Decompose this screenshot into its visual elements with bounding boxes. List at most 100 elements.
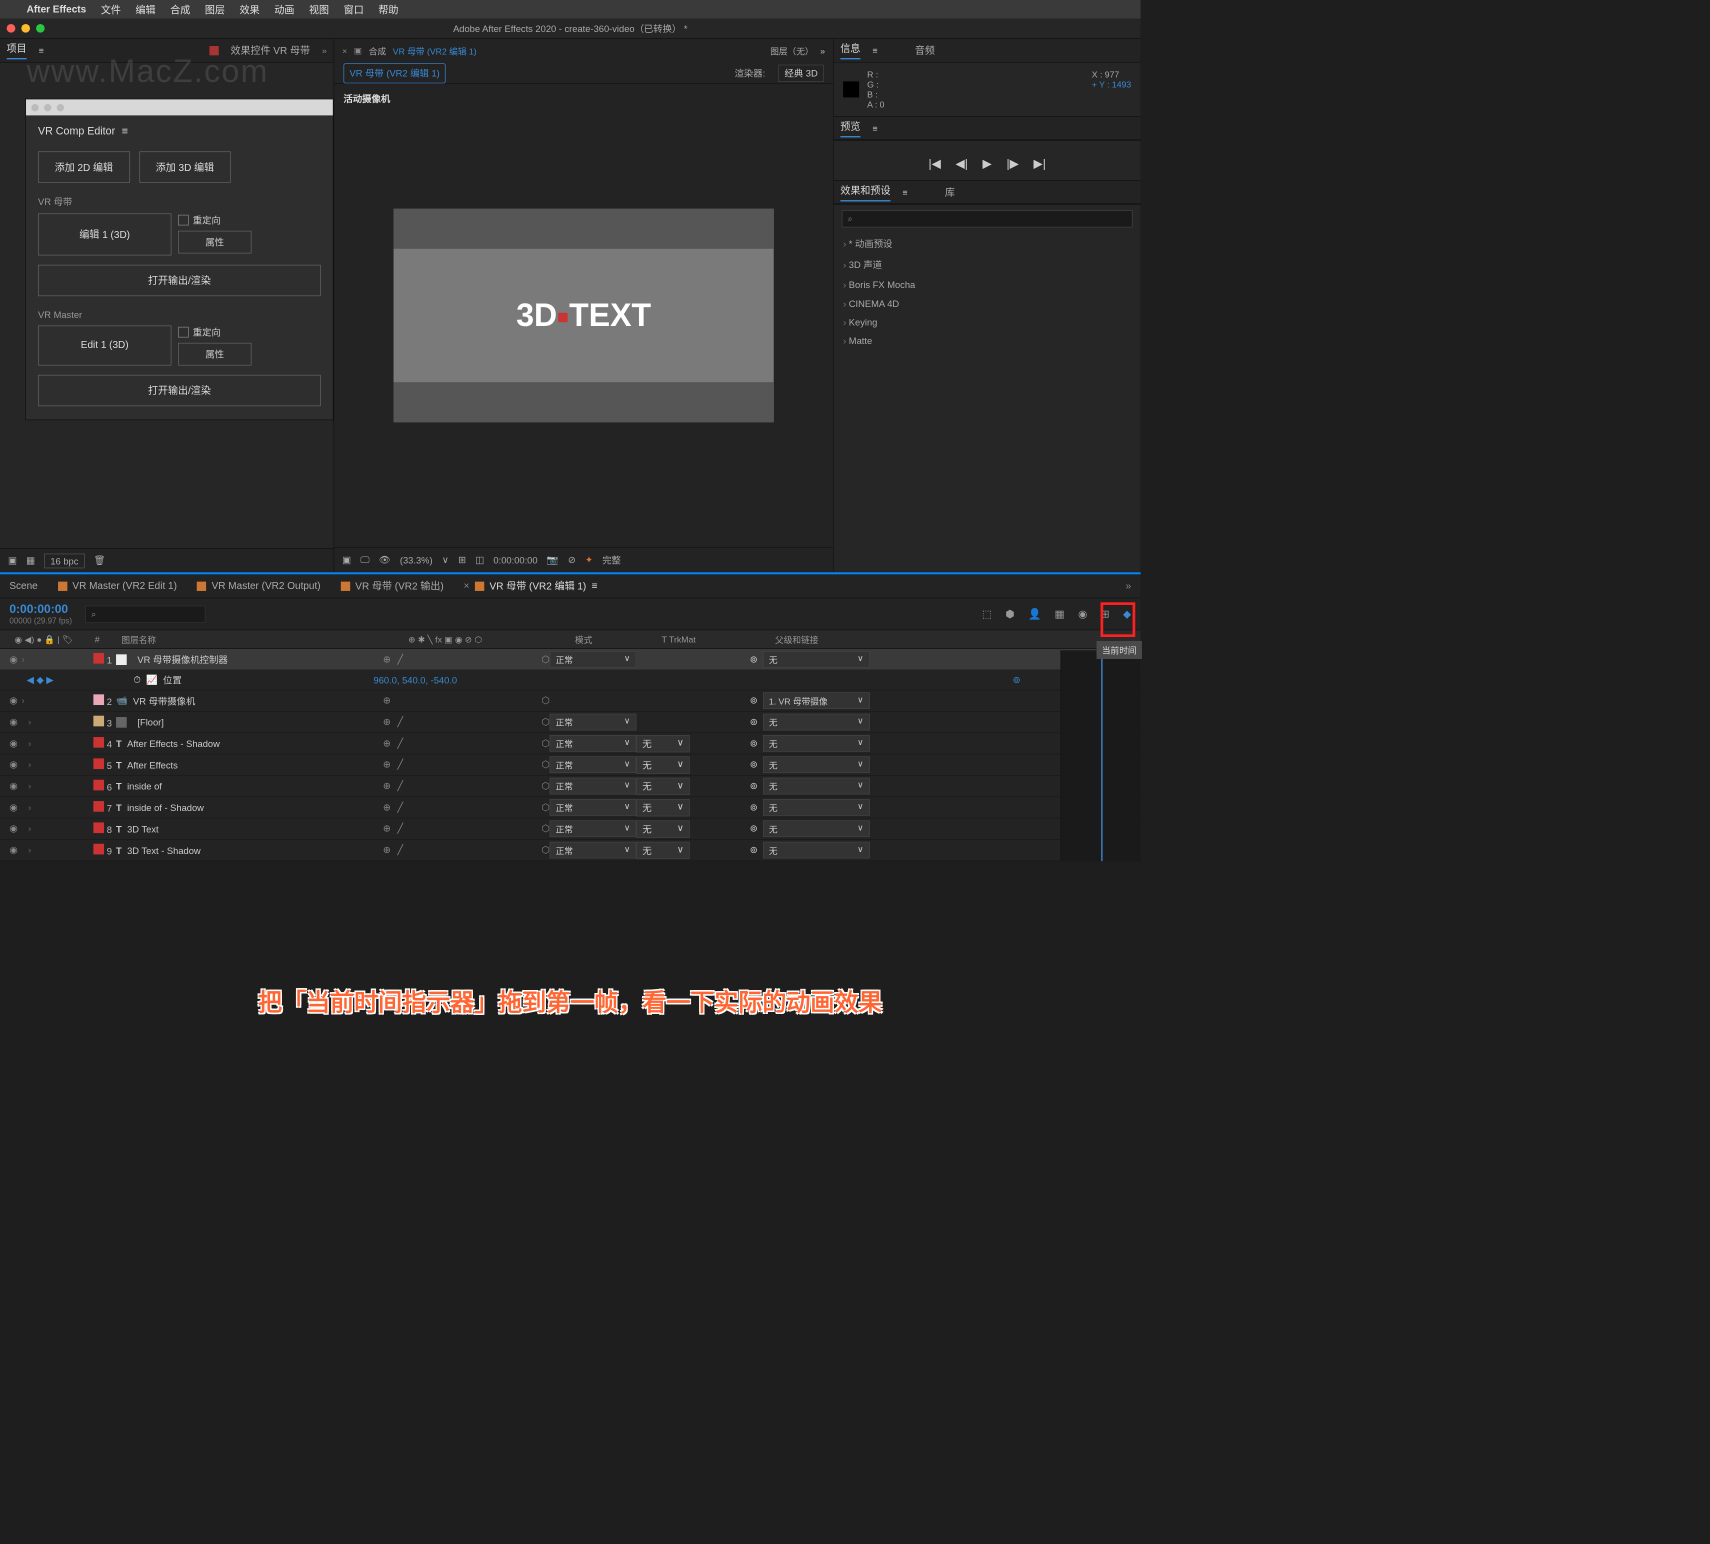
trackmatte-dropdown[interactable]: 无∨ <box>636 799 689 816</box>
blend-mode-dropdown[interactable]: 正常∨ <box>550 735 637 752</box>
menu-icon[interactable]: ≡ <box>122 126 128 138</box>
close-window[interactable] <box>7 24 16 33</box>
app-name[interactable]: After Effects <box>27 4 86 15</box>
pickwhip-icon[interactable]: ⊚ <box>750 823 758 834</box>
menu-view[interactable]: 视图 <box>309 2 329 16</box>
resolution-icon[interactable]: ⊞ <box>458 554 466 565</box>
menu-icon[interactable]: ≡ <box>902 187 907 197</box>
info-tab[interactable]: 信息 <box>840 41 860 59</box>
snapshot-icon[interactable]: 📷 <box>547 554 559 565</box>
blend-mode-dropdown[interactable]: 正常∨ <box>550 778 637 795</box>
close-window[interactable] <box>31 104 38 111</box>
color-depth[interactable]: 16 bpc <box>44 553 84 568</box>
visibility-toggle[interactable]: ◉ <box>9 823 17 834</box>
graph-icon[interactable]: 📈 <box>146 674 158 685</box>
renderer-value[interactable]: 经典 3D <box>779 64 824 81</box>
expression-pickwhip-icon[interactable]: ⊚ <box>1013 674 1021 685</box>
grid-icon[interactable]: ▣ <box>342 554 351 565</box>
timeline-track-area[interactable] <box>1061 650 1141 861</box>
layer-row[interactable]: ◉ › 4 T After Effects - Shadow ⊕ ╱ ⬡ 正常∨… <box>0 733 1141 754</box>
visibility-toggle[interactable]: ◉ <box>9 654 17 665</box>
preset-category[interactable]: 3D 声道 <box>834 254 1141 275</box>
layer-row[interactable]: ◉ › 2 📹 VR 母带摄像机 ⊕ ⬡ ⊚1. VR 母带摄像∨ <box>0 690 1141 711</box>
menu-edit[interactable]: 编辑 <box>136 2 156 16</box>
trackmatte-dropdown[interactable]: 无∨ <box>636 841 689 858</box>
pickwhip-icon[interactable]: ⊚ <box>750 716 758 727</box>
visibility-toggle[interactable]: ◉ <box>9 759 17 770</box>
project-tab[interactable]: 项目 <box>7 41 27 59</box>
timeline-tab[interactable]: VR Master (VR2 Edit 1) <box>58 580 177 591</box>
chevron-right-icon[interactable]: » <box>1126 580 1132 591</box>
trackmatte-dropdown[interactable]: 无∨ <box>636 820 689 837</box>
menu-animation[interactable]: 动画 <box>274 2 294 16</box>
current-time[interactable]: 0:00:00:00 <box>9 602 72 616</box>
preset-category[interactable]: CINEMA 4D <box>834 294 1141 313</box>
blend-mode-dropdown[interactable]: 正常∨ <box>550 714 637 731</box>
comp-flowchart-icon[interactable]: ⬚ <box>982 607 992 620</box>
preset-category[interactable]: * 动画预设 <box>834 233 1141 254</box>
visibility-toggle[interactable]: ◉ <box>9 844 17 855</box>
playhead[interactable] <box>1101 650 1102 861</box>
pickwhip-icon[interactable]: ⊚ <box>750 802 758 813</box>
library-tab[interactable]: 库 <box>945 185 955 199</box>
timeline-tab[interactable]: VR 母带 (VR2 输出) <box>341 579 444 593</box>
pickwhip-icon[interactable]: ⊚ <box>750 654 758 665</box>
parent-dropdown[interactable]: 无∨ <box>763 756 870 773</box>
parent-dropdown[interactable]: 无∨ <box>763 842 870 859</box>
timeline-tab[interactable]: VR Master (VR2 Output) <box>197 580 321 591</box>
trackmatte-dropdown[interactable]: 无∨ <box>636 756 689 773</box>
preset-category[interactable]: Matte <box>834 331 1141 350</box>
visibility-toggle[interactable]: ◉ <box>9 716 17 727</box>
pickwhip-icon[interactable]: ⊚ <box>750 759 758 770</box>
zoom-value[interactable]: (33.3%) <box>400 555 433 566</box>
layer-row[interactable]: ◉ › 1 VR 母带摄像机控制器 ⊕ ╱ ⬡ 正常∨ ⊚无∨ <box>0 649 1141 670</box>
menu-effect[interactable]: 效果 <box>240 2 260 16</box>
quality[interactable]: 完整 <box>602 553 621 566</box>
timeline-tab[interactable]: Scene <box>9 580 37 591</box>
parent-dropdown[interactable]: 无∨ <box>763 799 870 816</box>
blend-mode-dropdown[interactable]: 正常∨ <box>550 820 637 837</box>
roi-icon[interactable]: ◫ <box>475 554 484 565</box>
lock-icon[interactable]: ▣ <box>354 45 362 56</box>
chevron-right-icon[interactable]: » <box>322 45 327 55</box>
open-output-render-button[interactable]: 打开输出/渲染 <box>38 265 321 296</box>
pickwhip-icon[interactable]: ⊚ <box>750 738 758 749</box>
preset-category[interactable]: Keying <box>834 313 1141 332</box>
first-frame-icon[interactable]: |◀ <box>928 157 940 171</box>
parent-dropdown[interactable]: 1. VR 母带摄像∨ <box>763 692 870 709</box>
visibility-toggle[interactable]: ◉ <box>9 695 17 706</box>
preview-tab[interactable]: 预览 <box>840 119 860 137</box>
comp-canvas[interactable]: 3DTEXT <box>394 209 774 422</box>
property-row[interactable]: ◀ ◆ ▶ ⏱ 📈 位置 960.0, 540.0, -540.0 ⊚ <box>0 670 1141 690</box>
stopwatch-icon[interactable]: ⏱ <box>133 674 140 685</box>
visibility-toggle[interactable]: ◉ <box>9 738 17 749</box>
visibility-toggle[interactable]: ◉ <box>9 802 17 813</box>
next-frame-icon[interactable]: |▶ <box>1006 157 1018 171</box>
layer-none[interactable]: 图层（无） <box>770 44 813 57</box>
add-3d-edit-button[interactable]: 添加 3D 编辑 <box>139 151 231 182</box>
effects-search-input[interactable]: ⌕ <box>842 210 1133 227</box>
menu-window[interactable]: 窗口 <box>344 2 364 16</box>
parent-dropdown[interactable]: 无∨ <box>763 778 870 795</box>
minimize-window[interactable] <box>44 104 51 111</box>
pickwhip-icon[interactable]: ⊚ <box>750 780 758 791</box>
layer-row[interactable]: ◉ › 5 T After Effects ⊕ ╱ ⬡ 正常∨ 无∨ ⊚无∨ <box>0 754 1141 775</box>
add-2d-edit-button[interactable]: 添加 2D 编辑 <box>38 151 130 182</box>
maximize-window[interactable] <box>36 24 45 33</box>
properties-button-2[interactable]: 属性 <box>178 343 251 366</box>
motion-blur-icon[interactable]: ◉ <box>1078 607 1087 620</box>
preset-category[interactable]: Boris FX Mocha <box>834 275 1141 294</box>
timeline-search-input[interactable]: ⌕ <box>85 605 205 622</box>
parent-dropdown[interactable]: 无∨ <box>763 714 870 731</box>
menu-composition[interactable]: 合成 <box>170 2 190 16</box>
open-output-render-button-2[interactable]: 打开输出/渲染 <box>38 375 321 406</box>
monitor-icon[interactable]: 🖵 <box>360 554 369 565</box>
edit-1-3d-en-button[interactable]: Edit 1 (3D) <box>38 325 171 365</box>
draft-3d-icon[interactable]: ⬢ <box>1005 607 1014 620</box>
parent-dropdown[interactable]: 无∨ <box>763 820 870 837</box>
close-tab-icon[interactable]: × <box>342 46 347 56</box>
layer-row[interactable]: ◉ › 6 T inside of ⊕ ╱ ⬡ 正常∨ 无∨ ⊚无∨ <box>0 776 1141 797</box>
comp-name[interactable]: VR 母带 (VR2 编辑 1) <box>393 44 477 57</box>
minimize-window[interactable] <box>21 24 30 33</box>
reorient-checkbox[interactable]: 重定向 <box>178 213 251 226</box>
